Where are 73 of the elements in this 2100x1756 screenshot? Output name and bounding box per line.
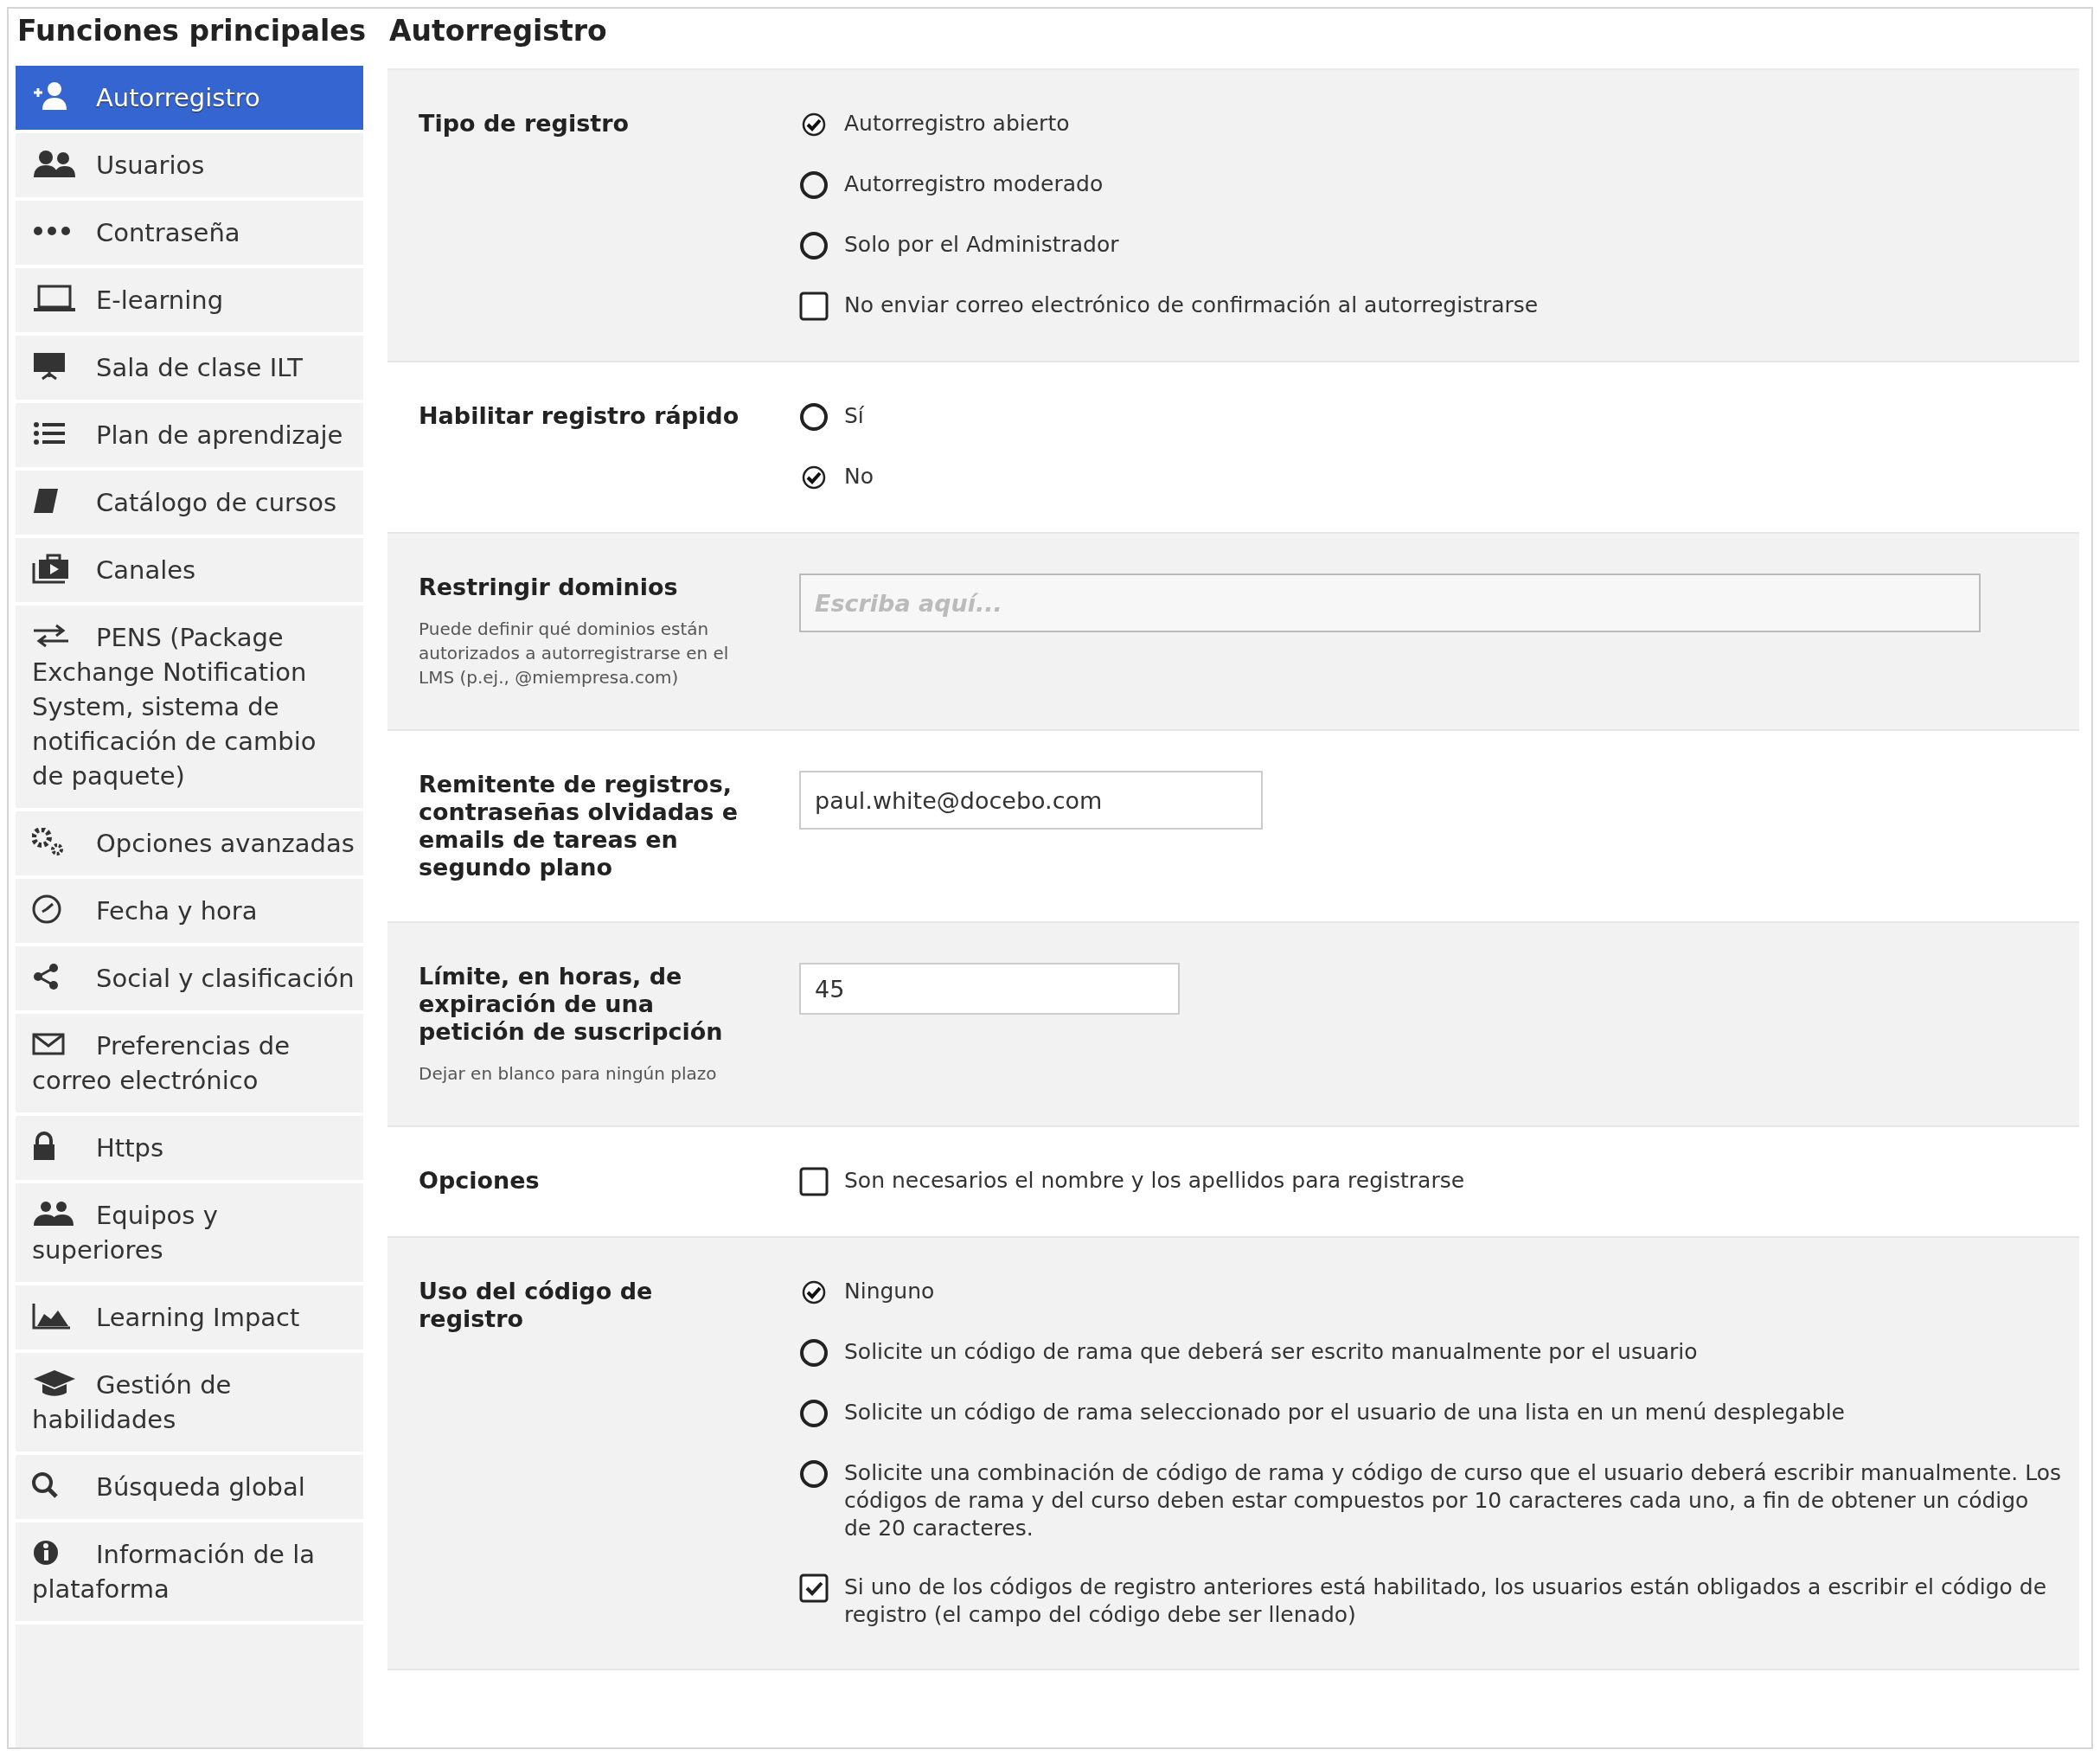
help-text: Dejar en blanco para ningún plazo <box>419 1062 718 1086</box>
sidebar-item[interactable]: Sala de clase ILT <box>16 336 363 400</box>
option-label: Solicite una combinación de código de rama y código de curso que el usuario deberá escribir manualmente. Los códigos de rama y del curso deben estar compuestos por 10 caracteres cada uno, a fin de obtener un código de 20 caracteres. <box>844 1459 2062 1542</box>
search-icon <box>32 1472 58 1498</box>
area-chart-icon <box>32 1302 72 1330</box>
option-label: Autorregistro abierto <box>844 110 1070 138</box>
option-label: Solicite un código de rama que deberá ser escrito manualmente por el usuario <box>844 1338 1698 1366</box>
laptop-icon <box>32 284 77 313</box>
gears-icon <box>32 828 63 856</box>
presentation-board-icon <box>32 351 67 381</box>
list-icon <box>32 420 67 446</box>
play-case-icon <box>32 553 70 584</box>
sidebar-item[interactable]: Plan de aprendizaje <box>16 403 363 467</box>
sidebar-item[interactable]: Social y clasificación <box>16 946 363 1010</box>
envelope-icon <box>32 1033 65 1055</box>
sidebar-item[interactable]: Learning Impact <box>16 1285 363 1349</box>
radio-button[interactable] <box>799 231 829 260</box>
page-title: Autorregistro <box>388 13 607 49</box>
sidebar-item[interactable]: PENS (Package Exchange Notification System, sistema de notificación de cambio de paquete) <box>16 606 363 808</box>
radio-button[interactable] <box>799 1338 829 1368</box>
radio-button[interactable] <box>799 1399 829 1428</box>
text-field[interactable]: 45 <box>799 963 1180 1015</box>
sidebar-item[interactable]: Canales <box>16 538 363 602</box>
clock-icon <box>32 894 61 924</box>
field-label: Habilitar registro rápido <box>419 402 740 430</box>
swap-arrows-icon <box>32 624 70 648</box>
share-icon <box>32 962 60 991</box>
graduation-cap-icon <box>32 1368 77 1398</box>
sidebar-item[interactable]: Gestión de habilidades <box>16 1353 363 1452</box>
sidebar-item[interactable]: Usuarios <box>16 133 363 197</box>
info-icon <box>32 1539 60 1567</box>
sidebar-item[interactable]: Fecha y hora <box>16 879 363 943</box>
checkbox[interactable] <box>799 1573 829 1603</box>
option-label: Solicite un código de rama seleccionado por el usuario de una lista en un menú desplegable <box>844 1399 1845 1426</box>
option-label: Si uno de los códigos de registro anteriores está habilitado, los usuarios están obligados a escribir el código de registro (el campo del código debe ser llenado) <box>844 1573 2048 1629</box>
option-label: Ninguno <box>844 1278 935 1305</box>
sidebar-item[interactable]: Autorregistro <box>16 66 363 130</box>
radio-button[interactable] <box>799 1459 829 1489</box>
help-text: Puede definir qué dominios están autorizados a autorregistrarse en el LMS (p.ej., @miempresa.com) <box>419 618 730 689</box>
field-label: Límite, en horas, de expiración de una petición de suscripción <box>419 963 724 1046</box>
sidebar-item[interactable]: Información de la plataforma <box>16 1522 363 1621</box>
sidebar-item[interactable]: Https <box>16 1116 363 1180</box>
add-user-icon <box>32 80 68 112</box>
field-label: Remitente de registros, contraseñas olvidadas e emails de tareas en segundo plano <box>419 771 739 881</box>
sidebar-item[interactable]: E-learning <box>16 268 363 332</box>
checkbox[interactable] <box>799 292 829 321</box>
option-label: Son necesarios el nombre y los apellidos para registrarse <box>844 1167 1465 1195</box>
field-label: Tipo de registro <box>419 110 631 138</box>
sidebar-item[interactable]: Búsqueda global <box>16 1455 363 1519</box>
field-label: Uso del código de registro <box>419 1278 654 1333</box>
dots-icon <box>32 225 72 237</box>
field-label: Opciones <box>419 1167 541 1195</box>
radio-button[interactable] <box>799 170 829 200</box>
sidebar-item[interactable]: Preferencias de correo electrónico <box>16 1014 363 1112</box>
team-icon <box>32 1200 75 1227</box>
sidebar-title: Funciones principales <box>16 13 363 49</box>
option-label: Solo por el Administrador <box>844 231 1119 259</box>
sidebar-item[interactable]: Catálogo de cursos <box>16 471 363 535</box>
option-label: No <box>844 463 874 490</box>
sidebar-item[interactable]: Opciones avanzadas <box>16 811 363 875</box>
users-icon <box>32 148 77 179</box>
book-icon <box>32 487 60 515</box>
lock-icon <box>32 1131 56 1162</box>
text-field[interactable]: Escriba aquí... <box>799 574 1981 632</box>
option-label: No enviar correo electrónico de confirmación al autorregistrarse <box>844 292 1539 319</box>
sidebar-item[interactable]: Equipos y superiores <box>16 1183 363 1282</box>
text-field[interactable]: paul.white@docebo.com <box>799 771 1263 830</box>
option-label: Autorregistro moderado <box>844 170 1104 198</box>
sidebar-item[interactable]: Contraseña <box>16 201 363 265</box>
checkbox[interactable] <box>799 1167 829 1196</box>
field-label: Restringir dominios <box>419 574 679 601</box>
radio-button[interactable] <box>799 402 829 432</box>
option-label: Sí <box>844 402 864 430</box>
